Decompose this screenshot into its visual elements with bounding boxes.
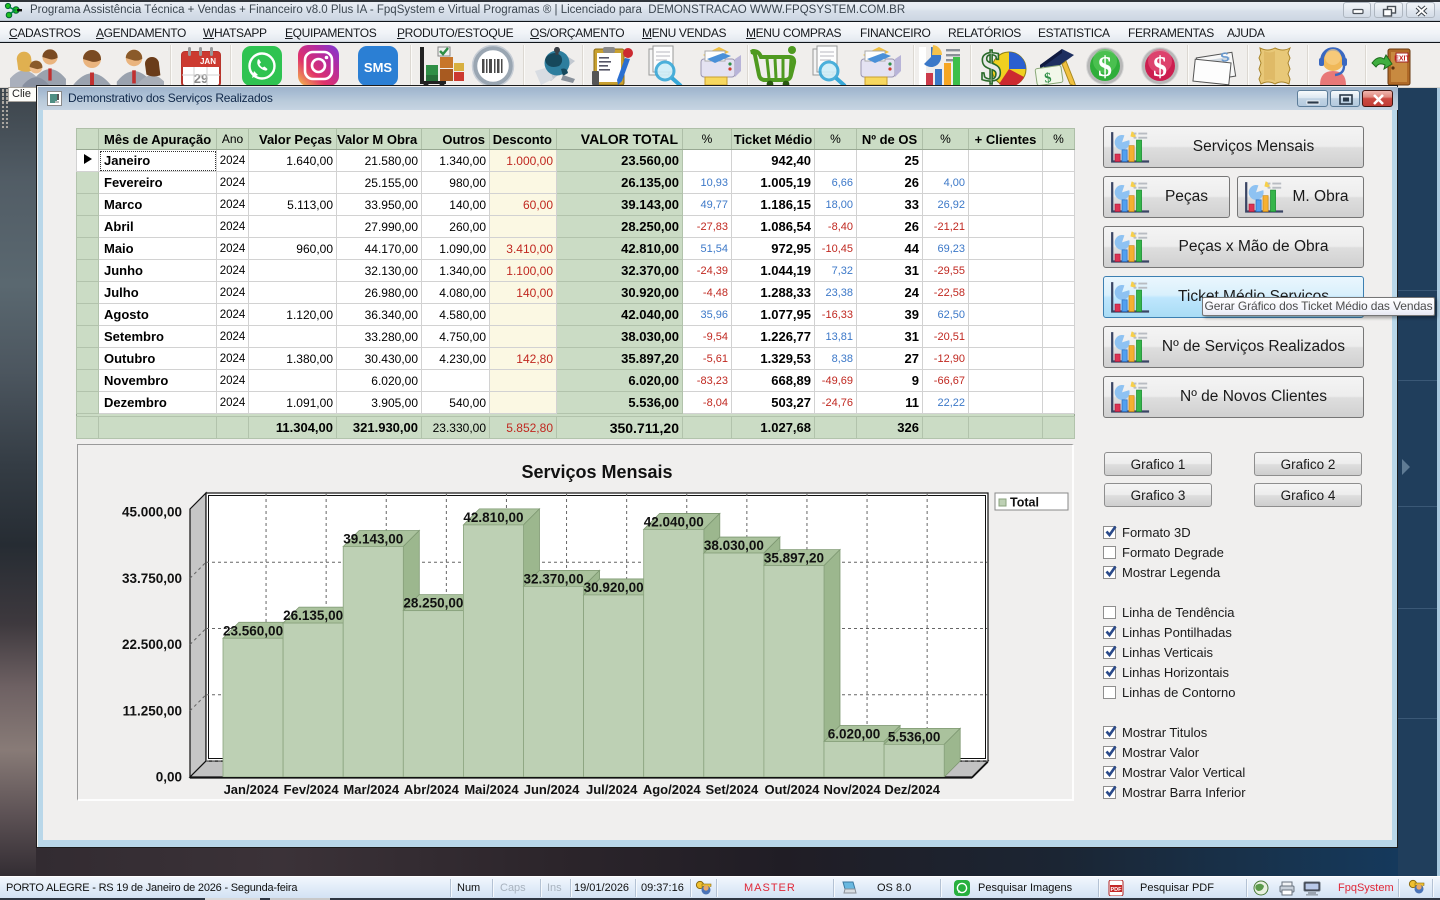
svg-text:23.560,00: 23.560,00 (223, 623, 283, 638)
svg-text:Mar/2024: Mar/2024 (343, 782, 399, 797)
svg-text:Jul/2024: Jul/2024 (586, 782, 638, 797)
svg-text:5.536,00: 5.536,00 (888, 729, 941, 744)
svg-text:Out/2024: Out/2024 (764, 782, 820, 797)
svg-text:42.810,00: 42.810,00 (463, 510, 523, 525)
svg-text:Set/2024: Set/2024 (705, 782, 759, 797)
svg-text:$: $ (1098, 52, 1112, 83)
svg-text:Fev/2024: Fev/2024 (284, 782, 340, 797)
svg-text:Abr/2024: Abr/2024 (404, 782, 460, 797)
svg-text:$: $ (1153, 52, 1167, 83)
svg-text:SMS: SMS (364, 60, 393, 75)
svg-text:$: $ (981, 45, 1002, 87)
svg-text:45.000,00: 45.000,00 (122, 505, 182, 520)
svg-text:0,00: 0,00 (156, 770, 182, 785)
svg-text:PDF: PDF (1111, 887, 1123, 893)
svg-text:30.920,00: 30.920,00 (584, 580, 644, 595)
svg-text:6.020,00: 6.020,00 (828, 727, 881, 742)
svg-text:26.135,00: 26.135,00 (283, 608, 343, 623)
svg-text:Total: Total (1010, 496, 1039, 510)
svg-text:11.250,00: 11.250,00 (123, 703, 182, 718)
svg-text:Mai/2024: Mai/2024 (464, 782, 519, 797)
svg-text:Jan/2024: Jan/2024 (224, 782, 280, 797)
svg-text:29: 29 (194, 71, 208, 86)
svg-text:38.030,00: 38.030,00 (704, 538, 764, 553)
svg-text:42.040,00: 42.040,00 (644, 514, 704, 529)
svg-text:35.897,20: 35.897,20 (764, 551, 824, 566)
svg-text:22.500,00: 22.500,00 (122, 637, 182, 652)
svg-text:Serviços Mensais: Serviços Mensais (521, 462, 672, 482)
svg-text:Ago/2024: Ago/2024 (643, 782, 702, 797)
svg-text:Dez/2024: Dez/2024 (884, 782, 940, 797)
svg-text:JAN: JAN (200, 57, 216, 66)
svg-text:Jun/2024: Jun/2024 (524, 782, 580, 797)
svg-text:32.370,00: 32.370,00 (524, 571, 584, 586)
svg-text:Nov/2024: Nov/2024 (824, 782, 882, 797)
svg-text:33.750,00: 33.750,00 (122, 571, 182, 586)
svg-text:EXIT: EXIT (1394, 56, 1410, 63)
svg-text:28.250,00: 28.250,00 (403, 596, 463, 611)
svg-text:39.143,00: 39.143,00 (343, 531, 403, 546)
